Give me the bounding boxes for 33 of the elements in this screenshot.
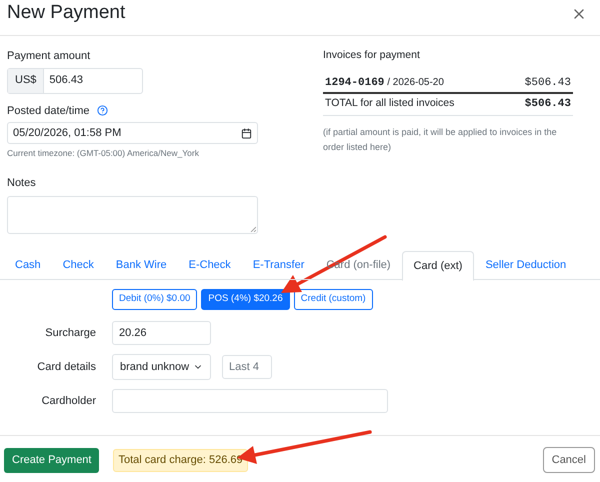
last4-field[interactable]: Last 4	[222, 355, 272, 379]
payment-method-tab[interactable]: E-Transfer	[242, 251, 316, 280]
card-brand-select[interactable]: brand unknow	[112, 354, 211, 380]
total-amount: $506.43	[524, 97, 571, 112]
field-label: Card details	[36, 360, 96, 375]
field-label: Notes	[7, 176, 37, 191]
create-payment-button[interactable]: Create Payment	[4, 448, 100, 472]
currency-label: US$	[8, 68, 44, 92]
surcharge-option-button[interactable]: Credit (custom)	[294, 289, 373, 310]
field-label: Payment amount	[7, 49, 92, 64]
field-label: Posted date/time	[7, 104, 90, 118]
partial-payment-note: (if partial amount is paid, it will be applied to invoices in the order listed here)	[323, 126, 558, 154]
field-label: Cardholder	[40, 394, 96, 409]
surcharge-option-button[interactable]: Debit (0%) $0.00	[112, 289, 198, 310]
dialog-title: New Payment	[7, 3, 126, 22]
invoice-amount: $506.43	[524, 76, 571, 90]
timezone-hint: Current timezone: (GMT-05:00) America/New_York	[7, 147, 200, 160]
total-charge-badge: Total card charge: 526.69	[113, 448, 248, 472]
payment-method-tab[interactable]: Check	[52, 251, 105, 280]
amount-field[interactable]: US$ 506.43	[7, 68, 143, 94]
surcharge-field[interactable]: 20.26	[112, 321, 211, 345]
total-label: TOTAL for all listed invoices	[325, 96, 454, 112]
payment-method-tab[interactable]: Bank Wire	[104, 251, 178, 280]
invoice-reference: 1294-0169 / 2026-05-20	[325, 76, 444, 90]
surcharge-option-button[interactable]: POS (4%) $20.26	[201, 289, 290, 310]
datetime-field[interactable]: 05/20/2026, 01:58 PM	[7, 122, 258, 144]
payment-method-tab[interactable]: Cash	[4, 251, 52, 280]
payment-method-tab[interactable]: Card (ext)	[402, 251, 474, 281]
field-label: Surcharge	[44, 326, 96, 341]
payment-method-tab[interactable]: Seller Deduction	[474, 251, 578, 280]
invoices-title: Invoices for payment	[323, 48, 421, 63]
cancel-button[interactable]: Cancel	[542, 447, 595, 473]
payment-method-tab[interactable]: E-Check	[178, 251, 242, 280]
